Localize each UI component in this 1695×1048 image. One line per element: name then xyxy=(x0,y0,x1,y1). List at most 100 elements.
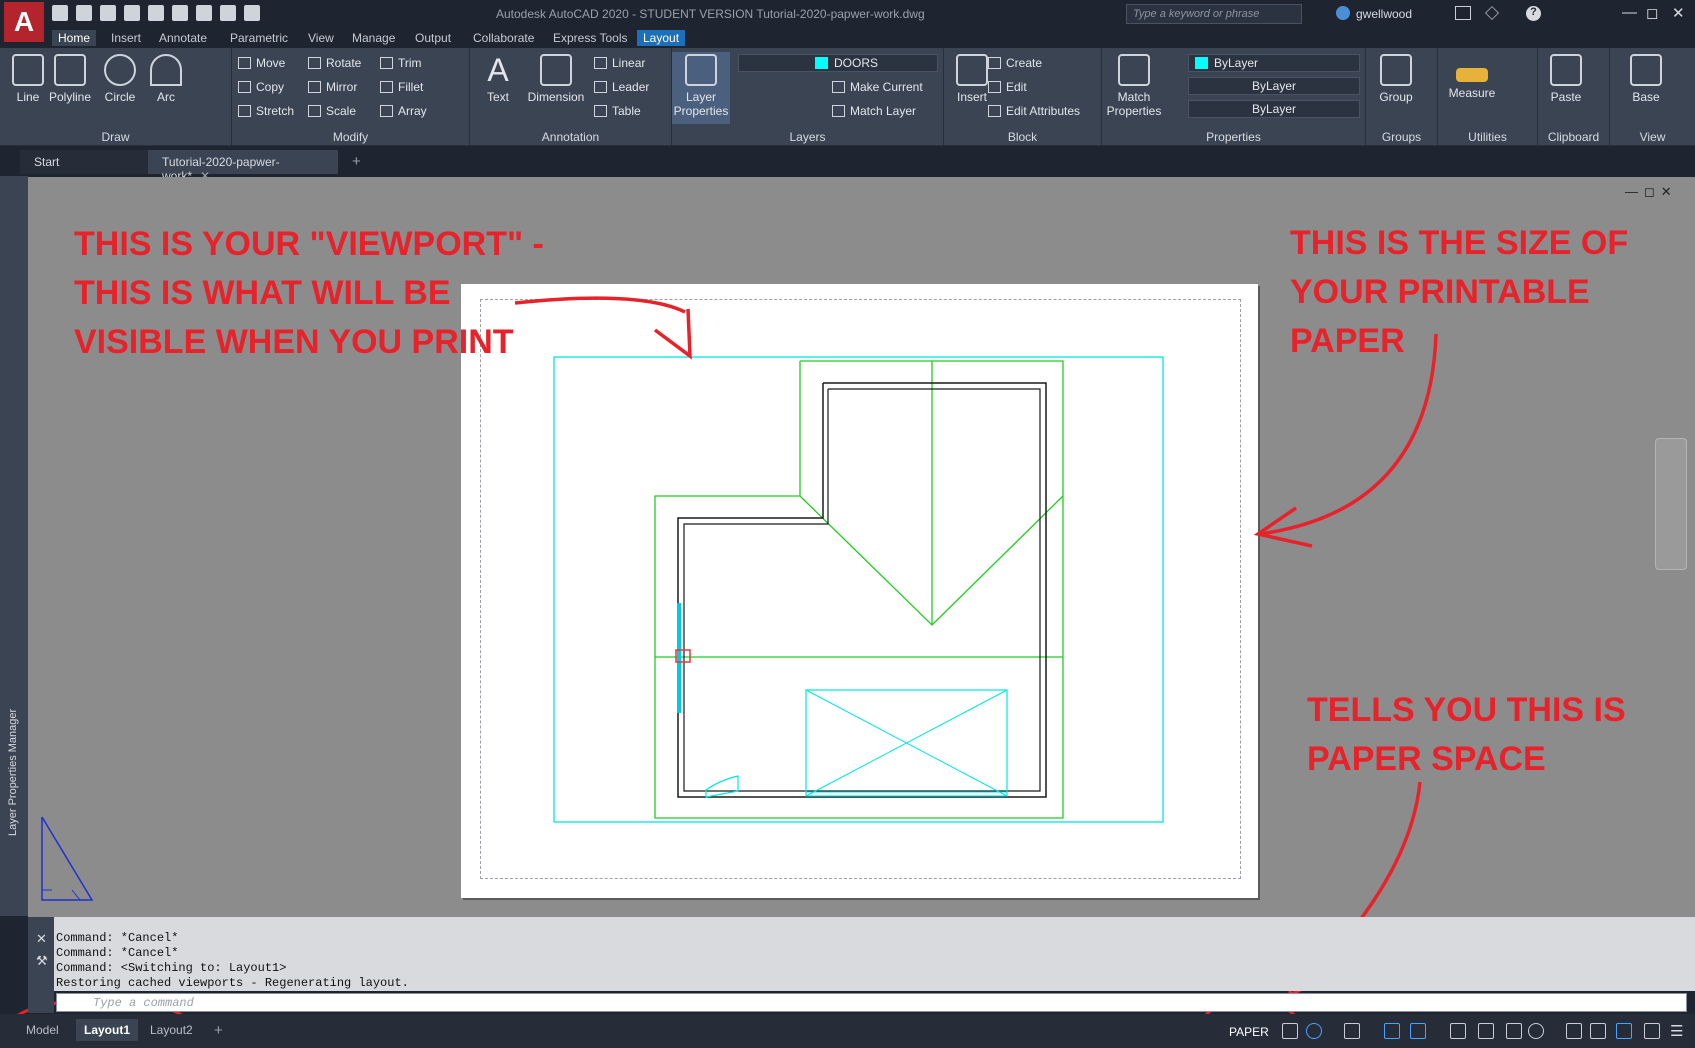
new-layout-icon[interactable]: + xyxy=(214,1022,223,1039)
customization-menu-icon[interactable]: ☰ xyxy=(1670,1022,1683,1040)
panel-title-utilities[interactable]: Utilities xyxy=(1438,130,1537,144)
color-dropdown[interactable]: ByLayer xyxy=(1188,54,1360,72)
save-as-icon[interactable] xyxy=(124,5,140,21)
layer-properties-button[interactable]: Layer Properties xyxy=(672,52,730,124)
trim-label: Trim xyxy=(398,56,422,70)
a360-icon[interactable] xyxy=(1485,6,1499,20)
paste-button[interactable]: Paste xyxy=(1538,52,1594,104)
autocad-app-icon[interactable]: A xyxy=(4,2,44,42)
undo-icon[interactable] xyxy=(220,5,236,21)
group-button[interactable]: Group xyxy=(1368,52,1424,104)
customize-wrench-icon[interactable]: ⚒ xyxy=(36,953,48,969)
tab-layout2[interactable]: Layout2 xyxy=(142,1019,201,1041)
edit-attributes-button[interactable]: Edit Attributes xyxy=(988,104,1080,118)
array-button[interactable]: Array xyxy=(380,104,427,118)
redo-icon[interactable] xyxy=(244,5,260,21)
make-current-button[interactable]: Make Current xyxy=(832,80,923,94)
isolate-objects-icon[interactable] xyxy=(1590,1023,1606,1039)
add-icon[interactable] xyxy=(1566,1023,1582,1039)
maximize-icon[interactable]: ◻ xyxy=(1646,4,1658,22)
save-web-icon[interactable] xyxy=(172,5,188,21)
mirror-button[interactable]: Mirror xyxy=(308,80,357,94)
tab-model[interactable]: Model xyxy=(18,1019,67,1041)
tab-manage[interactable]: Manage xyxy=(346,30,401,46)
command-line-handle[interactable]: ✕ ⚒ xyxy=(28,917,54,1013)
help-icon[interactable]: ? xyxy=(1526,6,1541,21)
scale-button[interactable]: Scale xyxy=(308,104,356,118)
tab-collaborate[interactable]: Collaborate xyxy=(467,30,540,46)
open-file-icon[interactable] xyxy=(76,5,92,21)
linear-button[interactable]: Linear xyxy=(594,56,645,70)
panel-title-layers[interactable]: Layers xyxy=(672,130,943,144)
minimize-icon[interactable]: — xyxy=(1622,4,1637,21)
panel-title-clipboard[interactable]: Clipboard xyxy=(1538,130,1609,144)
polar-tracking-icon[interactable] xyxy=(1306,1023,1322,1039)
tab-layout1[interactable]: Layout1 xyxy=(76,1019,139,1041)
new-file-icon[interactable] xyxy=(52,5,68,21)
annotation-visibility-icon[interactable] xyxy=(1478,1023,1494,1039)
text-icon: A xyxy=(487,52,509,88)
edit-block-button[interactable]: Edit xyxy=(988,80,1027,94)
paper-space-toggle[interactable]: PAPER xyxy=(1229,1025,1269,1039)
panel-title-properties[interactable]: Properties xyxy=(1102,130,1365,144)
trim-button[interactable]: Trim xyxy=(380,56,422,70)
snap-icon[interactable] xyxy=(1282,1023,1298,1039)
match-properties-button[interactable]: Match Properties xyxy=(1102,52,1166,118)
layer-properties-palette-strip[interactable]: Layer Properties Manager xyxy=(0,176,28,916)
command-input[interactable]: Type a command xyxy=(56,993,1687,1012)
measure-button[interactable]: Measure xyxy=(1444,52,1500,100)
tab-parametric[interactable]: Parametric xyxy=(224,30,294,46)
dimension-button[interactable]: Dimension xyxy=(526,52,586,104)
tab-annotate[interactable]: Annotate xyxy=(153,30,213,46)
tab-home[interactable]: Home xyxy=(52,30,97,46)
drawing-window-controls[interactable]: —◻✕ xyxy=(1625,184,1678,200)
arc-button[interactable]: Arc xyxy=(138,52,194,104)
cart-icon[interactable] xyxy=(1455,6,1471,20)
open-web-icon[interactable] xyxy=(148,5,164,21)
plot-icon[interactable] xyxy=(196,5,212,21)
text-button[interactable]: A Text xyxy=(470,52,526,104)
copy-button[interactable]: Copy xyxy=(238,80,284,94)
auto-scale-icon[interactable] xyxy=(1506,1023,1522,1039)
linetype-dropdown[interactable]: ByLayer xyxy=(1188,77,1360,95)
tab-start[interactable]: Start xyxy=(20,150,148,174)
match-layer-button[interactable]: Match Layer xyxy=(832,104,916,118)
layer-dropdown[interactable]: DOORS xyxy=(738,54,938,72)
tab-view[interactable]: View xyxy=(302,30,340,46)
close-command-icon[interactable]: ✕ xyxy=(36,931,47,947)
panel-title-annotation[interactable]: Annotation xyxy=(470,130,671,144)
panel-title-draw[interactable]: Draw xyxy=(0,130,231,144)
osnap-tracking-icon[interactable] xyxy=(1344,1023,1360,1039)
move-button[interactable]: Move xyxy=(238,56,285,70)
base-button[interactable]: Base xyxy=(1618,52,1674,104)
hardware-acceleration-icon[interactable] xyxy=(1616,1023,1632,1039)
polyline-button[interactable]: Polyline xyxy=(42,52,98,104)
annotation-scale-icon[interactable] xyxy=(1450,1023,1466,1039)
panel-title-modify[interactable]: Modify xyxy=(232,130,469,144)
tab-drawing-file[interactable]: Tutorial-2020-papwer-work* ✕ xyxy=(148,150,338,183)
new-tab-icon[interactable]: + xyxy=(352,153,361,170)
search-input[interactable]: Type a keyword or phrase xyxy=(1126,4,1302,24)
user-name[interactable]: gwellwood xyxy=(1356,7,1412,21)
tab-layout[interactable]: Layout xyxy=(637,30,686,46)
tab-output[interactable]: Output xyxy=(409,30,457,46)
create-block-button[interactable]: Create xyxy=(988,56,1042,70)
stretch-button[interactable]: Stretch xyxy=(238,104,294,118)
panel-title-view[interactable]: View xyxy=(1610,130,1695,144)
save-icon[interactable] xyxy=(100,5,116,21)
table-button[interactable]: Table xyxy=(594,104,641,118)
fillet-button[interactable]: Fillet xyxy=(380,80,423,94)
panel-title-groups[interactable]: Groups xyxy=(1366,130,1437,144)
tab-insert[interactable]: Insert xyxy=(105,30,147,46)
close-icon[interactable]: ✕ xyxy=(1672,4,1685,22)
lineweight-icon[interactable] xyxy=(1384,1023,1400,1039)
lineweight-dropdown[interactable]: ByLayer xyxy=(1188,100,1360,118)
navigation-bar[interactable] xyxy=(1655,438,1687,570)
leader-button[interactable]: Leader xyxy=(594,80,649,94)
workspace-gear-icon[interactable] xyxy=(1528,1023,1544,1039)
rotate-button[interactable]: Rotate xyxy=(308,56,361,70)
tab-express-tools[interactable]: Express Tools xyxy=(547,30,633,46)
panel-title-block[interactable]: Block xyxy=(944,130,1101,144)
clean-screen-icon[interactable] xyxy=(1644,1023,1660,1039)
selection-cycling-icon[interactable] xyxy=(1410,1023,1426,1039)
